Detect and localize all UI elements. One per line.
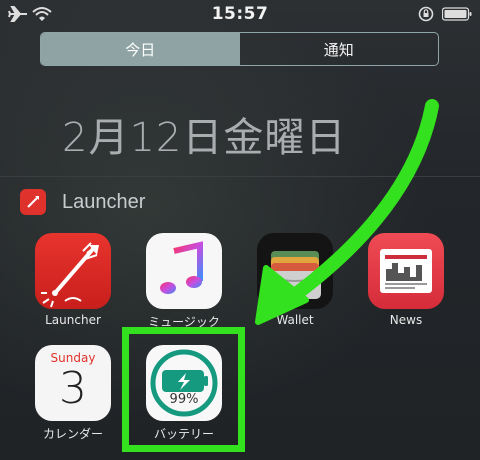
calendar-icon: Sunday 3 xyxy=(35,345,111,421)
widget-header[interactable]: Launcher xyxy=(20,187,145,217)
wallet-icon xyxy=(257,233,333,309)
app-label: News xyxy=(389,313,423,327)
launcher-widget-icon xyxy=(20,189,46,215)
divider xyxy=(0,176,480,177)
news-icon xyxy=(368,233,444,309)
battery-status-icon xyxy=(442,7,472,21)
music-note-icon xyxy=(146,233,222,309)
app-label: Wallet xyxy=(276,313,314,327)
app-music[interactable]: ミュージック xyxy=(134,233,234,333)
app-wallet[interactable]: Wallet xyxy=(245,233,345,333)
tab-notifications[interactable]: 通知 xyxy=(240,33,439,65)
status-bar: 15:57 xyxy=(0,0,480,28)
app-calendar[interactable]: Sunday 3 カレンダー xyxy=(23,345,123,445)
app-news[interactable]: News xyxy=(356,233,456,333)
launcher-app-icon xyxy=(35,233,111,309)
app-label: Launcher xyxy=(45,313,101,327)
app-label: カレンダー xyxy=(42,427,103,441)
calendar-day: 3 xyxy=(59,363,87,414)
highlight-box xyxy=(122,327,245,452)
widget-title: Launcher xyxy=(62,190,146,213)
status-time: 15:57 xyxy=(211,4,269,24)
rotation-lock-icon xyxy=(418,6,434,22)
today-notification-tabs: 今日 通知 xyxy=(40,32,439,66)
app-launcher[interactable]: Launcher xyxy=(23,233,123,333)
date-heading: 2月12日金曜日 xyxy=(62,115,347,161)
tab-today[interactable]: 今日 xyxy=(41,33,240,65)
